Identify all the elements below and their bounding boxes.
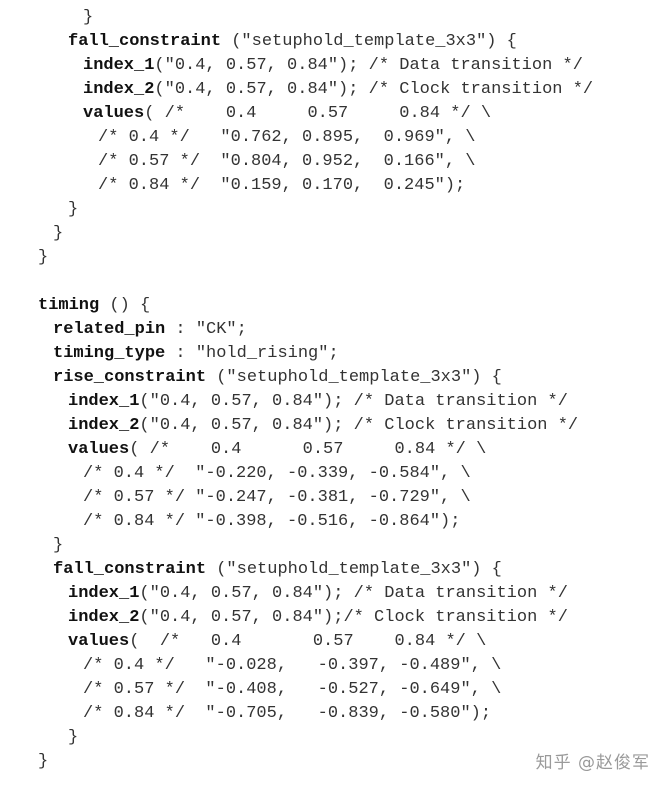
- code-text: /* 0.84 */ "0.159, 0.170, 0.245");: [98, 176, 466, 195]
- code-text: /* 0.57 */ "-0.408, -0.527, -0.649", \: [83, 680, 502, 699]
- code-line: values( /* 0.4 0.57 0.84 */ \: [0, 438, 668, 462]
- code-text: /* 0.4 */ "-0.028, -0.397, -0.489", \: [83, 656, 502, 675]
- code-line: }: [0, 198, 668, 222]
- code-text: }: [83, 8, 94, 27]
- watermark: 知乎 @赵俊军: [535, 753, 650, 773]
- code-line: /* 0.4 */ "-0.028, -0.397, -0.489", \: [0, 654, 668, 678]
- code-line: /* 0.57 */ "-0.247, -0.381, -0.729", \: [0, 486, 668, 510]
- code-text: :: [165, 320, 196, 339]
- code-text: ("0.4, 0.57, 0.84");/* Clock transition …: [139, 608, 568, 627]
- code-keyword: values: [68, 632, 130, 651]
- code-text: ("0.4, 0.57, 0.84"); /* Data transition …: [139, 584, 568, 603]
- code-line: /* 0.84 */ "-0.398, -0.516, -0.864");: [0, 510, 668, 534]
- code-keyword: timing_type: [53, 344, 166, 363]
- code-text: /* 0.84 */ "-0.705, -0.839, -0.580");: [83, 704, 492, 723]
- code-line: fall_constraint ("setuphold_template_3x3…: [0, 30, 668, 54]
- code-text: () {: [99, 296, 151, 315]
- code-keyword: index_1: [68, 584, 140, 603]
- code-line: timing () {: [0, 294, 668, 318]
- code-text: ("0.4, 0.57, 0.84"); /* Clock transition…: [154, 80, 594, 99]
- code-line: }: [0, 534, 668, 558]
- code-line: }: [0, 246, 668, 270]
- code-line: /* 0.57 */ "0.804, 0.952, 0.166", \: [0, 150, 668, 174]
- code-keyword: rise_constraint: [53, 368, 207, 387]
- code-listing: } fall_constraint ("setuphold_template_3x…: [0, 6, 668, 774]
- code-text: }: [68, 728, 79, 747]
- code-keyword: timing: [38, 296, 100, 315]
- code-line: /* 0.4 */ "-0.220, -0.339, -0.584", \: [0, 462, 668, 486]
- code-text: /* 0.84 */ "-0.398, -0.516, -0.864");: [83, 512, 461, 531]
- code-keyword: index_2: [68, 416, 140, 435]
- code-text: ("setuphold_template_3x3") {: [206, 560, 502, 579]
- code-text: /* 0.57 */ "-0.247, -0.381, -0.729", \: [83, 488, 471, 507]
- code-line: }: [0, 6, 668, 30]
- code-keyword: index_1: [68, 392, 140, 411]
- code-text: /* 0.57 */ "0.804, 0.952, 0.166", \: [98, 152, 476, 171]
- code-keyword: related_pin: [53, 320, 166, 339]
- code-text: ("0.4, 0.57, 0.84"); /* Clock transition…: [139, 416, 579, 435]
- code-text: ("setuphold_template_3x3") {: [206, 368, 502, 387]
- code-line: related_pin : "CK";: [0, 318, 668, 342]
- code-keyword: index_2: [68, 608, 140, 627]
- code-text: }: [68, 200, 79, 219]
- code-line: index_2("0.4, 0.57, 0.84"); /* Clock tra…: [0, 78, 668, 102]
- code-line: values( /* 0.4 0.57 0.84 */ \: [0, 102, 668, 126]
- code-keyword: fall_constraint: [53, 560, 207, 579]
- code-keyword: fall_constraint: [68, 32, 222, 51]
- code-line: /* 0.84 */ "0.159, 0.170, 0.245");: [0, 174, 668, 198]
- code-line: index_1("0.4, 0.57, 0.84"); /* Data tran…: [0, 54, 668, 78]
- code-line: timing_type : "hold_rising";: [0, 342, 668, 366]
- code-line: rise_constraint ("setuphold_template_3x3…: [0, 366, 668, 390]
- code-text: }: [53, 536, 64, 555]
- code-line: /* 0.84 */ "-0.705, -0.839, -0.580");: [0, 702, 668, 726]
- code-text: /* 0.4 */ "-0.220, -0.339, -0.584", \: [83, 464, 471, 483]
- code-line: index_2("0.4, 0.57, 0.84"); /* Clock tra…: [0, 414, 668, 438]
- code-line: }: [0, 726, 668, 750]
- code-text: ( /* 0.4 0.57 0.84 */ \: [144, 104, 492, 123]
- code-text: :: [165, 344, 196, 363]
- code-line: /* 0.57 */ "-0.408, -0.527, -0.649", \: [0, 678, 668, 702]
- code-text: "hold_rising";: [195, 344, 339, 363]
- code-keyword: index_1: [83, 56, 155, 75]
- code-text: ( /* 0.4 0.57 0.84 */ \: [129, 632, 487, 651]
- code-text: "CK";: [195, 320, 247, 339]
- code-line: index_1("0.4, 0.57, 0.84"); /* Data tran…: [0, 390, 668, 414]
- code-line: values( /* 0.4 0.57 0.84 */ \: [0, 630, 668, 654]
- code-text: }: [38, 248, 49, 267]
- code-line: /* 0.4 */ "0.762, 0.895, 0.969", \: [0, 126, 668, 150]
- code-text: ( /* 0.4 0.57 0.84 */ \: [129, 440, 487, 459]
- code-text: }: [53, 224, 64, 243]
- code-text: ("0.4, 0.57, 0.84"); /* Data transition …: [154, 56, 583, 75]
- code-text: ("setuphold_template_3x3") {: [221, 32, 517, 51]
- code-keyword: values: [83, 104, 145, 123]
- code-line: }: [0, 222, 668, 246]
- code-text: ("0.4, 0.57, 0.84"); /* Data transition …: [139, 392, 568, 411]
- code-keyword: values: [68, 440, 130, 459]
- code-text: /* 0.4 */ "0.762, 0.895, 0.969", \: [98, 128, 476, 147]
- code-line: fall_constraint ("setuphold_template_3x3…: [0, 558, 668, 582]
- code-text: }: [38, 752, 49, 771]
- code-keyword: index_2: [83, 80, 155, 99]
- code-line: index_2("0.4, 0.57, 0.84");/* Clock tran…: [0, 606, 668, 630]
- code-line: index_1("0.4, 0.57, 0.84"); /* Data tran…: [0, 582, 668, 606]
